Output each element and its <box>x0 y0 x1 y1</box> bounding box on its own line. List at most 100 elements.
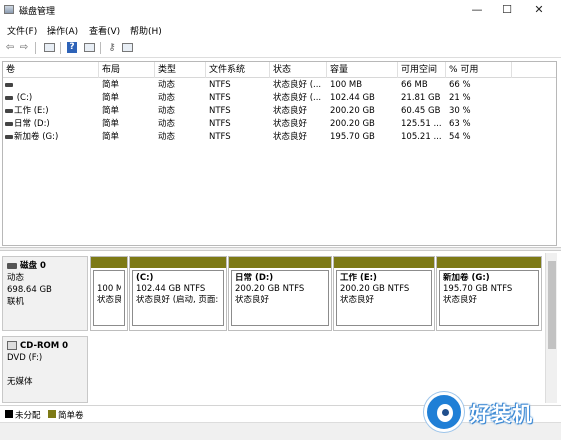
console-tree-icon[interactable] <box>44 43 55 52</box>
toolbar-separator <box>35 42 36 54</box>
volume-cell <box>5 79 99 92</box>
partition-bar <box>334 257 434 268</box>
watermark-eye-icon <box>424 392 464 432</box>
filesystem-cell: NTFS <box>209 80 231 90</box>
close-button[interactable]: ✕ <box>527 2 551 17</box>
menu-bar: 文件(F) 操作(A) 查看(V) 帮助(H) <box>0 21 561 37</box>
type-cell: 动态 <box>158 106 176 116</box>
cdrom-0-media: 无媒体 <box>7 377 33 387</box>
disk-0-name: 磁盘 0 <box>20 261 46 271</box>
percent-free-cell: 63 % <box>449 119 471 129</box>
volume-cell: 新加卷 (G:) <box>5 131 99 144</box>
free-space-cell: 60.45 GB <box>401 106 441 116</box>
volume-icon <box>5 134 13 139</box>
pane-splitter[interactable] <box>0 247 561 251</box>
type-cell: 动态 <box>158 132 176 142</box>
table-row[interactable]: 新加卷 (G:) 简单 动态 NTFS 状态良好 195.70 GB 105.2… <box>3 131 556 144</box>
percent-free-cell: 54 % <box>449 132 471 142</box>
cdrom-icon <box>7 341 17 350</box>
col-header-volume[interactable]: 卷 <box>3 62 99 78</box>
filesystem-cell: NTFS <box>209 119 231 129</box>
volume-list: 卷 布局 类型 文件系统 状态 容量 可用空间 % 可用 简单 动态 NTFS … <box>2 61 557 246</box>
col-header-status[interactable]: 状态 <box>270 62 327 78</box>
type-cell: 动态 <box>158 93 176 103</box>
col-header-capacity[interactable]: 容量 <box>327 62 398 78</box>
table-row[interactable]: 日常 (D:) 简单 动态 NTFS 状态良好 200.20 GB 125.51… <box>3 118 556 131</box>
vertical-scrollbar[interactable] <box>545 253 557 403</box>
partition-name: 日常 (D:) <box>235 273 274 283</box>
partition-name <box>97 273 121 284</box>
properties-icon[interactable] <box>84 43 95 52</box>
partition-size: 200.20 GB NTFS <box>235 284 305 294</box>
cdrom-0-drive: DVD (F:) <box>7 353 43 363</box>
partition-name: 工作 (E:) <box>340 273 377 283</box>
partition-g[interactable]: 新加卷 (G:) 195.70 GB NTFS 状态良好 <box>436 256 542 331</box>
watermark-text: 好装机 <box>470 402 533 426</box>
unallocated-swatch <box>5 410 13 418</box>
percent-free-cell: 30 % <box>449 106 471 116</box>
table-row[interactable]: 简单 动态 NTFS 状态良好 (... 100 MB 66 MB 66 % <box>3 79 556 92</box>
partition-size: 102.44 GB NTFS <box>136 284 206 294</box>
volume-cell: (C:) <box>5 92 99 105</box>
partition-size: 200.20 GB NTFS <box>340 284 410 294</box>
menu-help[interactable]: 帮助(H) <box>130 24 162 37</box>
partition-system-reserved[interactable]: 100 M 状态良 <box>90 256 128 331</box>
col-header-free-space[interactable]: 可用空间 <box>398 62 446 78</box>
partition-status: 状态良 <box>97 295 121 305</box>
col-header-type[interactable]: 类型 <box>155 62 206 78</box>
percent-free-cell: 21 % <box>449 93 471 103</box>
partition-d[interactable]: 日常 (D:) 200.20 GB NTFS 状态良好 <box>228 256 332 331</box>
menu-file[interactable]: 文件(F) <box>7 24 37 37</box>
help-icon[interactable]: ? <box>67 42 77 53</box>
table-row[interactable]: (C:) 简单 动态 NTFS 状态良好 (... 102.44 GB 21.8… <box>3 92 556 105</box>
partition-size: 100 M <box>97 284 121 294</box>
legend-unallocated: 未分配 <box>15 411 41 421</box>
menu-action[interactable]: 操作(A) <box>47 24 78 37</box>
volume-list-header: 卷 布局 类型 文件系统 状态 容量 可用空间 % 可用 <box>3 62 556 78</box>
disk-0-label[interactable]: 磁盘 0 动态 698.64 GB 联机 <box>2 256 88 331</box>
col-header-percent-free[interactable]: % 可用 <box>446 62 512 78</box>
cdrom-0-label[interactable]: CD-ROM 0 DVD (F:) 无媒体 <box>2 336 88 403</box>
filesystem-cell: NTFS <box>209 93 231 103</box>
disk-0-size: 698.64 GB <box>7 285 52 295</box>
maximize-button[interactable]: ☐ <box>495 2 519 17</box>
partition-bar <box>91 257 127 268</box>
minimize-button[interactable]: — <box>465 2 489 17</box>
layout-cell: 简单 <box>102 119 120 129</box>
scrollbar-thumb[interactable] <box>548 261 556 349</box>
volume-icon <box>5 121 13 126</box>
table-row[interactable]: 工作 (E:) 简单 动态 NTFS 状态良好 200.20 GB 60.45 … <box>3 105 556 118</box>
capacity-cell: 200.20 GB <box>330 106 375 116</box>
capacity-cell: 195.70 GB <box>330 132 375 142</box>
menu-view[interactable]: 查看(V) <box>89 24 120 37</box>
partition-bar <box>130 257 226 268</box>
layout-cell: 简单 <box>102 93 120 103</box>
disk-graphical-view: 磁盘 0 动态 698.64 GB 联机 100 M 状态良 (C:) 102.… <box>2 253 557 403</box>
free-space-cell: 125.51 ... <box>401 119 442 129</box>
key-icon[interactable]: ⚷ <box>106 42 118 54</box>
back-icon[interactable]: ⇦ <box>4 42 16 54</box>
status-cell: 状态良好 (... <box>273 93 322 103</box>
title-bar: 磁盘管理 — ☐ ✕ <box>0 0 561 20</box>
filesystem-cell: NTFS <box>209 132 231 142</box>
partition-status: 状态良好 (启动, 页面: <box>136 295 219 305</box>
partition-status: 状态良好 <box>340 295 375 305</box>
simple-volume-swatch <box>48 410 56 418</box>
partition-e[interactable]: 工作 (E:) 200.20 GB NTFS 状态良好 <box>333 256 435 331</box>
partition-c[interactable]: (C:) 102.44 GB NTFS 状态良好 (启动, 页面: <box>129 256 227 331</box>
status-cell: 状态良好 <box>273 132 308 142</box>
legend-simple-volume: 简单卷 <box>58 411 84 421</box>
partition-bar <box>229 257 331 268</box>
status-cell: 状态良好 <box>273 119 308 129</box>
volume-icon <box>5 95 13 100</box>
partition-name: 新加卷 (G:) <box>443 273 490 283</box>
forward-icon[interactable]: ⇨ <box>18 42 30 54</box>
refresh-icon[interactable] <box>122 43 133 52</box>
disk-management-icon <box>4 5 14 14</box>
col-header-filesystem[interactable]: 文件系统 <box>206 62 270 78</box>
col-header-layout[interactable]: 布局 <box>99 62 155 78</box>
layout-cell: 简单 <box>102 80 120 90</box>
toolbar: ⇦ ⇨ ? ⚷ <box>0 38 561 58</box>
disk-icon <box>7 262 17 269</box>
status-cell: 状态良好 <box>273 106 308 116</box>
